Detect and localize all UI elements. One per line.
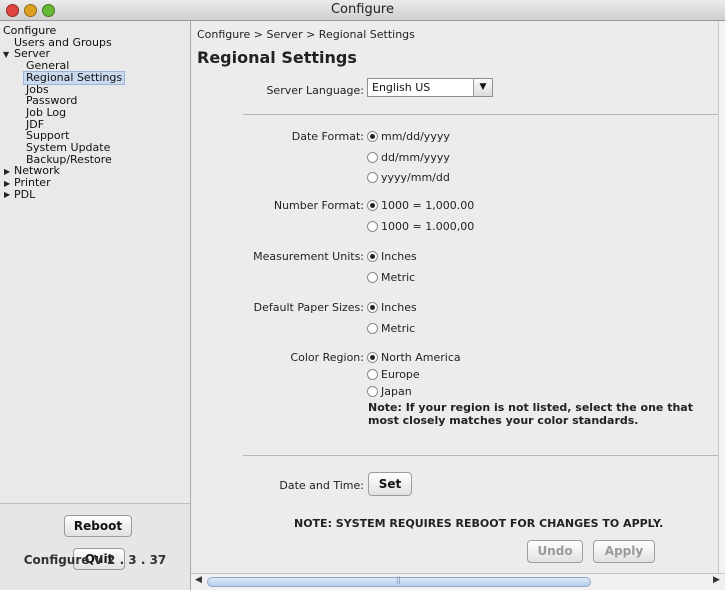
scroll-left-arrow-icon[interactable]: ◀ <box>195 575 202 585</box>
date-format-label: Date Format: <box>291 130 364 143</box>
radio-selected-icon[interactable] <box>367 302 378 313</box>
radio-unselected-icon[interactable] <box>367 152 378 163</box>
left-panel: Configure Users and Groups ▼ Server Gene… <box>0 21 191 590</box>
navigation-tree[interactable]: Configure Users and Groups ▼ Server Gene… <box>0 21 190 504</box>
measurement-units-label: Measurement Units: <box>253 250 364 263</box>
radio-selected-icon[interactable] <box>367 131 378 142</box>
collapsed-triangle-icon[interactable]: ▶ <box>4 178 10 190</box>
settings-panel: Configure > Server > Regional Settings R… <box>191 21 718 573</box>
color-region-option[interactable]: Europe <box>367 368 420 381</box>
radio-unselected-icon[interactable] <box>367 369 378 380</box>
reboot-button[interactable]: Reboot <box>64 515 132 537</box>
collapsed-triangle-icon[interactable]: ▶ <box>4 189 10 201</box>
divider <box>243 114 718 115</box>
date-format-option[interactable]: dd/mm/yyyy <box>367 151 450 164</box>
grip-icon: || <box>396 576 401 584</box>
server-language-select[interactable]: English US ▼ <box>367 78 493 97</box>
dropdown-arrow-icon[interactable]: ▼ <box>473 79 492 96</box>
tree-item-pdl[interactable]: PDL <box>14 189 35 201</box>
reboot-required-note: NOTE: SYSTEM REQUIRES REBOOT FOR CHANGES… <box>294 517 664 530</box>
server-language-label: Server Language: <box>266 84 364 97</box>
expanded-triangle-icon[interactable]: ▼ <box>3 49 9 61</box>
radio-unselected-icon[interactable] <box>367 172 378 183</box>
date-time-label: Date and Time: <box>279 479 364 492</box>
tree-item-job-log[interactable]: Job Log <box>26 107 66 119</box>
window-title: Configure <box>330 2 394 17</box>
scroll-right-arrow-icon[interactable]: ▶ <box>713 575 720 585</box>
measurement-units-option[interactable]: Metric <box>367 271 415 284</box>
horizontal-scroll-thumb[interactable]: || <box>207 576 591 587</box>
radio-unselected-icon[interactable] <box>367 221 378 232</box>
collapsed-triangle-icon[interactable]: ▶ <box>4 166 10 178</box>
divider <box>243 455 718 456</box>
radio-unselected-icon[interactable] <box>367 272 378 283</box>
color-region-label: Color Region: <box>290 351 364 364</box>
paper-sizes-option[interactable]: Inches <box>367 301 417 314</box>
version-label: Configure V 2 . 3 . 37 <box>23 553 167 567</box>
tree-item-system-update[interactable]: System Update <box>26 142 110 154</box>
set-date-time-button[interactable]: Set <box>368 472 412 496</box>
undo-button[interactable]: Undo <box>527 540 583 563</box>
server-language-value: English US <box>372 81 431 94</box>
number-format-option[interactable]: 1000 = 1,000.00 <box>367 199 474 212</box>
measurement-units-option[interactable]: Inches <box>367 250 417 263</box>
tree-root[interactable]: Configure <box>3 25 56 37</box>
paper-sizes-option[interactable]: Metric <box>367 322 415 335</box>
apply-button[interactable]: Apply <box>593 540 655 563</box>
date-format-option[interactable]: yyyy/mm/dd <box>367 171 450 184</box>
vertical-scrollbar[interactable] <box>718 21 725 573</box>
page-title: Regional Settings <box>197 48 357 67</box>
number-format-label: Number Format: <box>273 199 364 212</box>
breadcrumb: Configure > Server > Regional Settings <box>197 28 415 41</box>
horizontal-scrollbar[interactable]: ◀ || ▶ <box>191 573 725 590</box>
radio-selected-icon[interactable] <box>367 251 378 262</box>
tree-item-regional-settings[interactable]: Regional Settings <box>22 70 126 85</box>
date-format-option[interactable]: mm/dd/yyyy <box>367 130 450 143</box>
radio-selected-icon[interactable] <box>367 200 378 211</box>
color-region-option[interactable]: North America <box>367 351 461 364</box>
paper-sizes-label: Default Paper Sizes: <box>253 301 364 314</box>
radio-unselected-icon[interactable] <box>367 386 378 397</box>
radio-unselected-icon[interactable] <box>367 323 378 334</box>
number-format-option[interactable]: 1000 = 1.000,00 <box>367 220 474 233</box>
radio-selected-icon[interactable] <box>367 352 378 363</box>
color-region-note: Note: If your region is not listed, sele… <box>368 401 693 427</box>
title-bar: Configure <box>0 0 725 21</box>
color-region-option[interactable]: Japan <box>367 385 412 398</box>
